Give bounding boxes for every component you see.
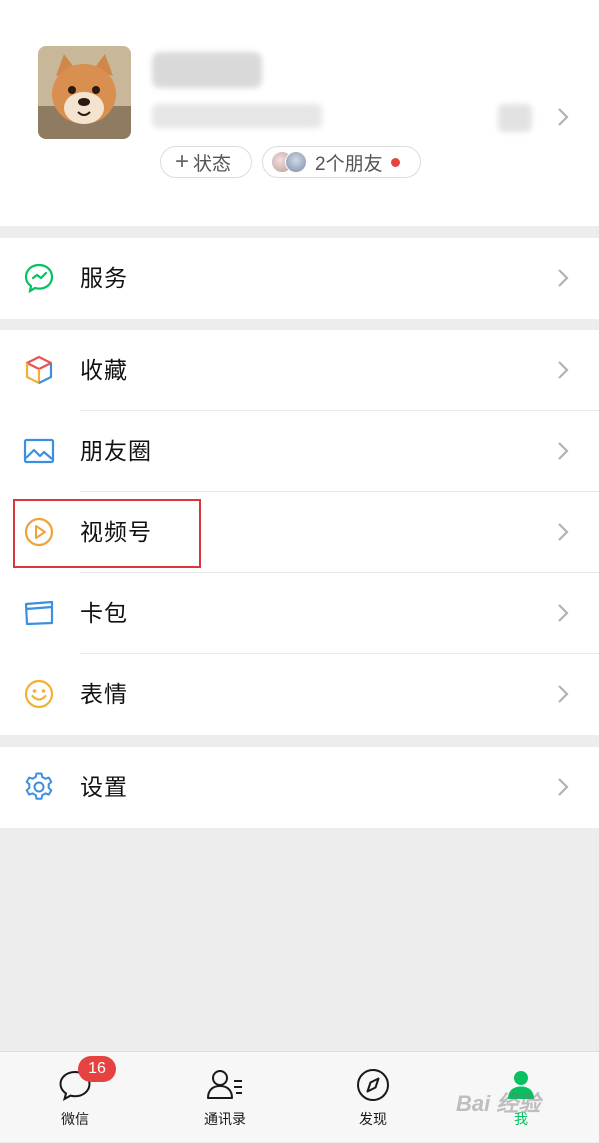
menu-item-favorites[interactable]: 收藏 <box>0 330 599 411</box>
menu-item-stickers[interactable]: 表情 <box>0 654 599 735</box>
friends-status-button[interactable]: 2个朋友 <box>262 146 421 178</box>
tab-label: 微信 <box>61 1111 89 1127</box>
avatar[interactable] <box>38 46 131 139</box>
friends-label: 2个朋友 <box>315 153 383 175</box>
menu-item-moments[interactable]: 朋友圈 <box>0 411 599 492</box>
menu-label: 卡包 <box>80 600 128 626</box>
menu-label: 设置 <box>80 774 128 800</box>
unread-dot <box>390 157 400 167</box>
settings-group: 设置 <box>0 747 599 828</box>
compass-icon <box>357 1069 389 1101</box>
chevron-right-icon <box>558 523 569 541</box>
friend-avatar <box>285 151 307 173</box>
tab-label: 发现 <box>359 1111 387 1127</box>
highlight-box <box>13 499 201 568</box>
services-icon <box>24 263 54 294</box>
menu-label: 收藏 <box>80 357 128 383</box>
chevron-right-icon <box>558 442 569 460</box>
tab-contacts[interactable]: 通讯录 <box>150 1052 300 1143</box>
wechat-id-blurred <box>152 104 322 128</box>
chevron-right-icon <box>558 685 569 703</box>
card-wallet-icon <box>24 600 54 626</box>
menu-item-services[interactable]: 服务 <box>0 238 599 319</box>
menu-item-settings[interactable]: 设置 <box>0 747 599 828</box>
services-group: 服务 <box>0 238 599 319</box>
smiley-icon <box>24 679 54 709</box>
favorites-cube-icon <box>25 355 53 385</box>
chevron-right-icon <box>558 269 569 287</box>
tab-discover[interactable]: 发现 <box>298 1052 448 1143</box>
chevron-right-icon <box>558 604 569 622</box>
plus-icon: + <box>175 148 190 175</box>
unread-count-badge: 16 <box>78 1056 116 1082</box>
chevron-right-icon <box>558 108 569 126</box>
menu-label: 服务 <box>80 265 128 291</box>
status-button[interactable]: + 状态 <box>160 146 252 178</box>
gear-icon <box>25 772 53 800</box>
profile-header[interactable]: + 状态 2个朋友 <box>0 0 599 226</box>
moments-picture-icon <box>23 438 55 464</box>
tab-label: 通讯录 <box>204 1111 246 1127</box>
chevron-right-icon <box>558 361 569 379</box>
contacts-icon <box>207 1070 242 1099</box>
status-label: 状态 <box>193 153 232 175</box>
shiba-avatar-icon <box>38 46 131 139</box>
watermark: Bai 经验 <box>456 1091 541 1116</box>
chevron-right-icon <box>558 778 569 796</box>
nickname-blurred <box>152 52 262 88</box>
menu-label: 表情 <box>80 681 128 707</box>
menu-item-cards[interactable]: 卡包 <box>0 573 599 654</box>
tab-chats[interactable]: 16 微信 <box>0 1052 150 1143</box>
qr-code-icon[interactable] <box>498 104 532 132</box>
menu-label: 朋友圈 <box>80 438 152 464</box>
